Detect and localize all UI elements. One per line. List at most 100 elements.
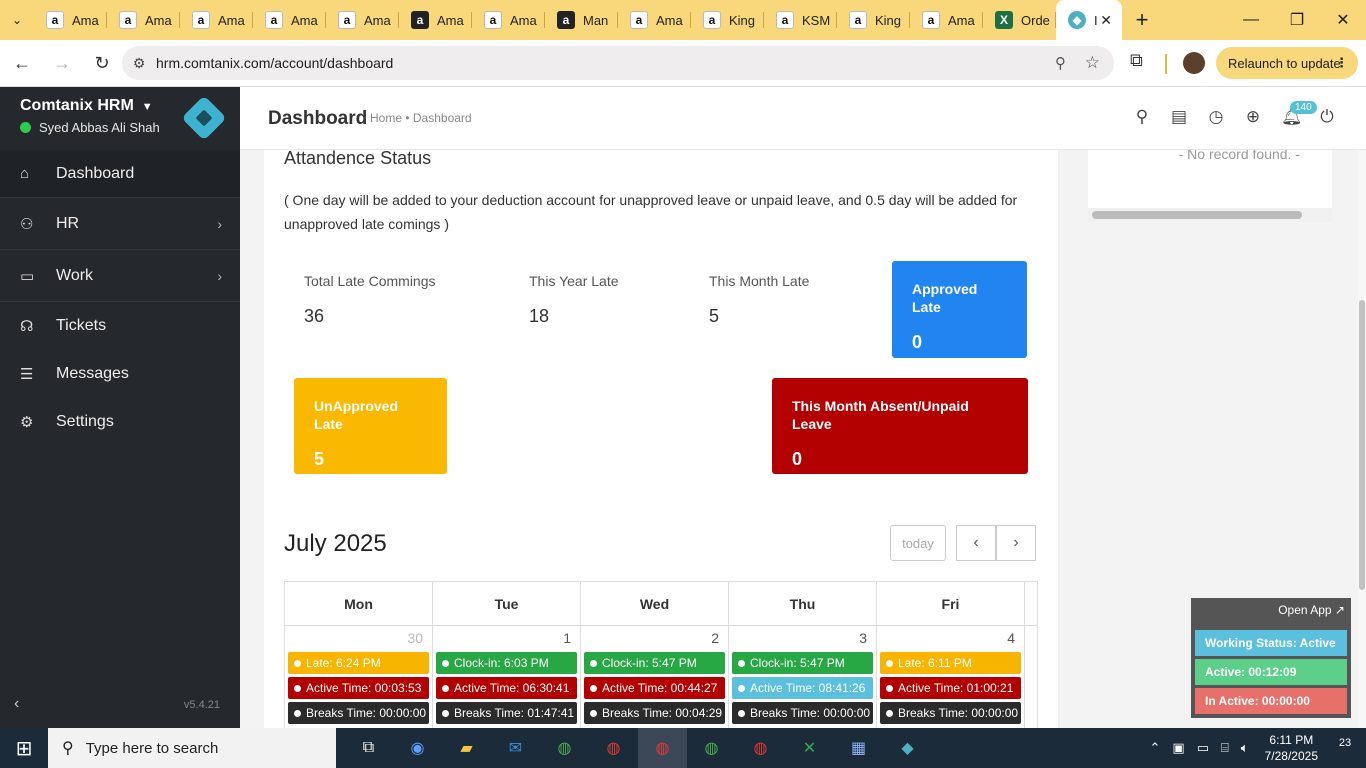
calendar-event[interactable]: Clock-in: 6:03 PM xyxy=(436,652,577,674)
calendar-day-cell[interactable]: 30 Late: 6:24 PM Active Time: 00:03:53 Brea… xyxy=(285,626,433,728)
clock-icon[interactable]: ◷ xyxy=(1207,107,1225,127)
sidebar-item-tickets[interactable]: ☊ Tickets xyxy=(0,302,240,350)
new-tab-button[interactable]: + xyxy=(1122,7,1162,33)
notification-center-icon[interactable]: 23 xyxy=(1332,737,1358,759)
sidebar-item-settings[interactable]: ⚙ Settings xyxy=(0,398,240,446)
browser-tab[interactable]: a King xyxy=(691,0,764,40)
browser-tab[interactable]: a King xyxy=(837,0,910,40)
forward-icon[interactable]: → xyxy=(44,53,80,74)
calendar-event[interactable]: Breaks Time: 00:00:00 xyxy=(880,702,1021,724)
calendar-event[interactable]: Breaks Time: 01:47:41 xyxy=(436,702,577,724)
calendar-event[interactable]: Active Time: 01:00:21 xyxy=(880,677,1021,699)
calendar-event[interactable]: Active Time: 08:41:26 xyxy=(732,677,873,699)
chrome-icon[interactable]: ◍ xyxy=(540,728,589,768)
sidebar-item-work[interactable]: ▭ Work › xyxy=(0,250,240,302)
unapproved-late-card[interactable]: UnApproved Late 5 xyxy=(294,378,447,474)
browser-tab[interactable]: a Ama xyxy=(34,0,107,40)
close-tab-icon[interactable]: ✕ xyxy=(1100,12,1112,29)
calendar-event[interactable]: Breaks Time: 00:04:29 xyxy=(584,702,725,724)
browser-tab[interactable]: X Orde xyxy=(983,0,1056,40)
next-month-button[interactable]: › xyxy=(996,525,1036,561)
address-bar[interactable]: ⚙ hrm.comtanix.com/account/dashboard ⚲ ☆ xyxy=(122,46,1114,80)
calendar-event[interactable]: Clock-in: 5:47 PM xyxy=(584,652,725,674)
breadcrumb[interactable]: Home • Dashboard xyxy=(370,111,472,125)
browser-tab[interactable]: a Ama xyxy=(618,0,691,40)
url-text[interactable]: hrm.comtanix.com/account/dashboard xyxy=(156,55,393,71)
sidebar-item-messages[interactable]: ☰ Messages xyxy=(0,350,240,398)
calendar-event[interactable]: Breaks Time: 00:00:00 xyxy=(288,702,429,724)
outlook-icon[interactable]: ✉ xyxy=(491,728,540,768)
power-icon[interactable]: ⏻ xyxy=(1318,107,1336,127)
browser-tab[interactable]: a KSM xyxy=(764,0,837,40)
prev-month-button[interactable]: ‹ xyxy=(956,525,996,561)
browser-tab[interactable]: a Ama xyxy=(910,0,983,40)
browser-tab[interactable]: a Ama xyxy=(399,0,472,40)
calendar-event[interactable]: Breaks Time: 00:00:00 xyxy=(732,702,873,724)
more-menu-icon[interactable]: ⋮ xyxy=(1335,55,1348,71)
scrollbar-thumb[interactable] xyxy=(1359,300,1365,590)
collapse-sidebar-icon[interactable]: ‹ xyxy=(14,695,19,713)
calendar-event[interactable]: Active Time: 06:30:41 xyxy=(436,677,577,699)
windows-start-icon[interactable]: ⊞ xyxy=(0,736,48,761)
volume-icon[interactable]: 🔈︎ xyxy=(1241,740,1249,756)
browser-tab[interactable]: a Man xyxy=(545,0,618,40)
site-info-icon[interactable]: ⚙ xyxy=(122,55,156,72)
sidebar-item-hr[interactable]: ⚇ HR › xyxy=(0,198,240,250)
extensions-icon[interactable]: ⧉ xyxy=(1130,50,1143,71)
chrome-icon[interactable]: ◍ xyxy=(736,728,785,768)
calendar-event[interactable]: Active Time: 00:44:27 xyxy=(584,677,725,699)
chrome-icon[interactable]: ◍ xyxy=(638,728,687,768)
system-clock[interactable]: 6:11 PM 7/28/2025 xyxy=(1265,732,1318,764)
network-icon[interactable]: ⌸ xyxy=(1221,740,1229,756)
brand-menu[interactable]: Comtanix HRM ▼ xyxy=(20,97,153,115)
add-icon[interactable]: ⊕ xyxy=(1244,107,1262,127)
browser-tab[interactable]: a Ama xyxy=(253,0,326,40)
relaunch-button[interactable]: Relaunch to update ⋮ xyxy=(1216,47,1358,79)
browser-tab-active[interactable]: ◆ I ✕ xyxy=(1056,0,1122,40)
search-icon[interactable]: ⚲ xyxy=(1133,107,1151,127)
vertical-scrollbar[interactable] xyxy=(1358,150,1366,728)
file-explorer-icon[interactable]: ▰ xyxy=(442,728,491,768)
scrollbar-thumb[interactable] xyxy=(1092,211,1302,219)
calendar-day-cell[interactable]: 4 Late: 6:11 PM Active Time: 01:00:21 Break… xyxy=(877,626,1025,728)
notes-icon[interactable]: ▤ xyxy=(1170,107,1188,127)
close-window-icon[interactable]: ✕ xyxy=(1320,0,1366,40)
tab-search-chevron-icon[interactable]: ⌄ xyxy=(0,0,34,40)
calendar-event[interactable]: Late: 6:24 PM xyxy=(288,652,429,674)
calendar-day-cell[interactable]: 3 Clock-in: 5:47 PM Active Time: 08:41:26 B… xyxy=(729,626,877,728)
excel-icon[interactable]: ✕ xyxy=(785,728,834,768)
sidebar-item-dashboard[interactable]: ⌂ Dashboard xyxy=(0,150,240,198)
browser-tab[interactable]: a Ama xyxy=(180,0,253,40)
reload-icon[interactable]: ↻ xyxy=(84,53,120,74)
restore-icon[interactable]: ❐ xyxy=(1274,0,1320,40)
approved-late-card[interactable]: Approved Late 0 xyxy=(892,261,1027,358)
today-button[interactable]: today xyxy=(890,525,946,561)
absent-leave-card[interactable]: This Month Absent/Unpaid Leave 0 xyxy=(772,378,1028,474)
calendar-day-cell[interactable]: 2 Clock-in: 5:47 PM Active Time: 00:44:27 B… xyxy=(581,626,729,728)
browser-tab[interactable]: a Ama xyxy=(107,0,180,40)
browser-tab[interactable]: a Ama xyxy=(472,0,545,40)
chrome-icon[interactable]: ◍ xyxy=(687,728,736,768)
chrome-icon[interactable]: ◍ xyxy=(589,728,638,768)
horizontal-scrollbar[interactable] xyxy=(1088,208,1332,222)
calendar-event[interactable]: Clock-in: 5:47 PM xyxy=(732,652,873,674)
calculator-icon[interactable]: ▦ xyxy=(834,728,883,768)
open-app-link[interactable]: Open App ↗ xyxy=(1278,603,1345,617)
chevron-up-icon[interactable]: ⌃ xyxy=(1149,740,1160,756)
profile-avatar[interactable] xyxy=(1183,52,1205,74)
calendar-day-cell[interactable]: 1 Clock-in: 6:03 PM Active Time: 06:30:41 B… xyxy=(433,626,581,728)
back-icon[interactable]: ← xyxy=(4,53,40,74)
zoom-app-icon[interactable]: ◉ xyxy=(393,728,442,768)
taskbar-search[interactable]: ⚲ Type here to search xyxy=(48,728,336,768)
browser-tab[interactable]: a Ama xyxy=(326,0,399,40)
minimize-icon[interactable]: — xyxy=(1228,0,1274,40)
task-view-icon[interactable]: ⧉ xyxy=(344,728,393,768)
battery-icon[interactable]: ▭ xyxy=(1197,740,1209,756)
message-icon: ☰ xyxy=(20,366,34,383)
location-icon[interactable]: ⚲ xyxy=(1055,54,1066,72)
calendar-event[interactable]: Late: 6:11 PM xyxy=(880,652,1021,674)
hrm-app-icon[interactable]: ◆ xyxy=(883,728,932,768)
calendar-event[interactable]: Active Time: 00:03:53 xyxy=(288,677,429,699)
meet-now-icon[interactable]: ▣ xyxy=(1172,740,1184,756)
bookmark-star-icon[interactable]: ☆ xyxy=(1085,53,1100,73)
